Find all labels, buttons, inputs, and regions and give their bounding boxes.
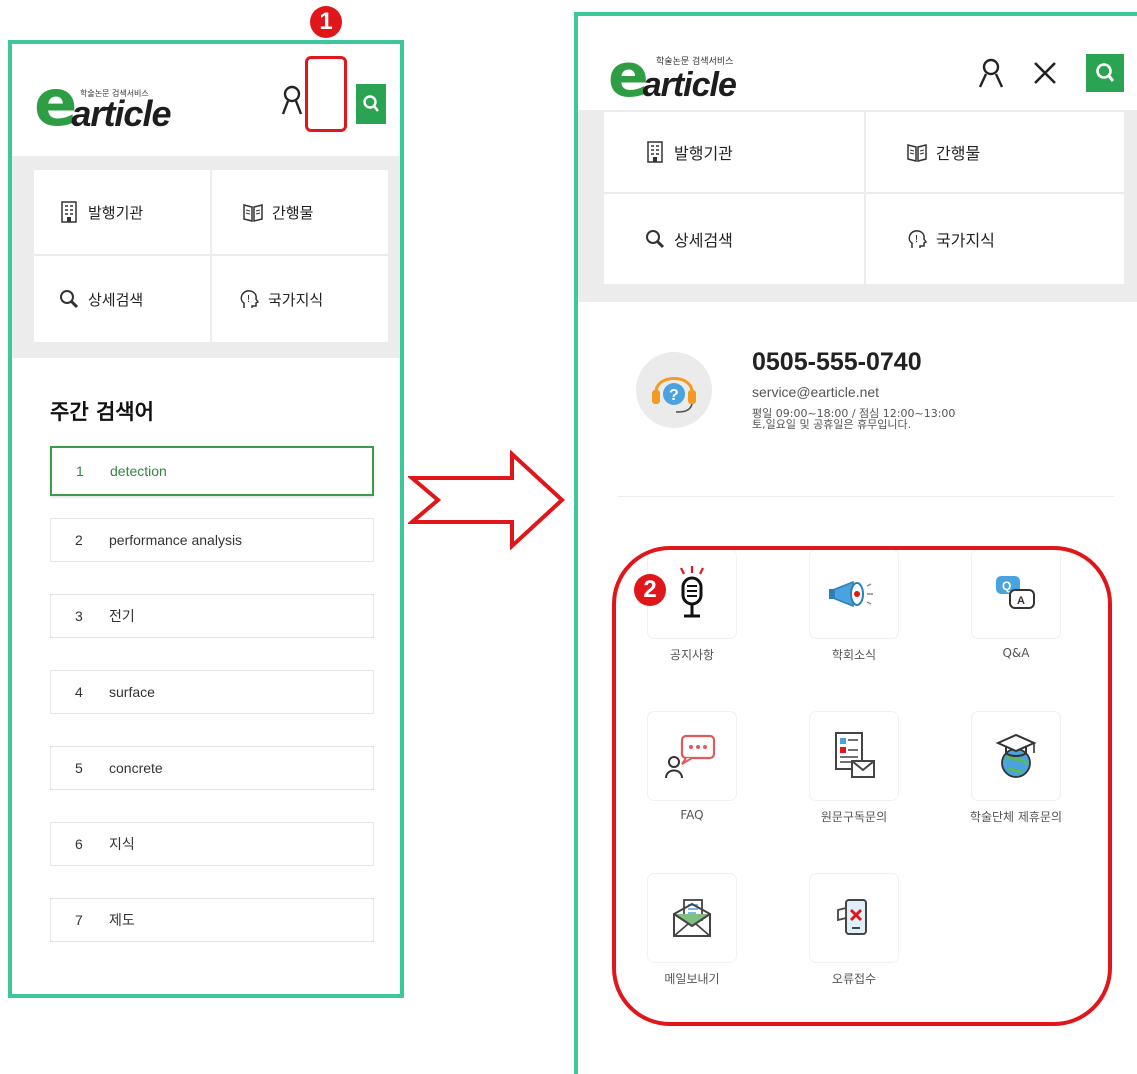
quick-journal[interactable]: 간행물: [866, 112, 1124, 192]
quick-advanced-search[interactable]: 상세검색: [604, 194, 864, 284]
section-divider: [618, 496, 1114, 497]
quick-journal-label: 간행물: [936, 144, 981, 163]
keyword-item[interactable]: 4 surface: [50, 670, 374, 714]
quick-publisher-label: 발행기관: [674, 144, 733, 163]
search-icon: [363, 95, 380, 112]
svg-text:!: !: [247, 294, 251, 305]
annotation-2-highlight: [612, 546, 1112, 1026]
support-hours: 평일 09:00~18:00 / 점심 12:00~13:00 토,일요일 및 …: [752, 408, 955, 430]
magnifier-icon: [644, 228, 666, 250]
quick-advanced-search-label: 상세검색: [674, 231, 733, 250]
quick-advanced-search-label: 상세검색: [88, 290, 144, 309]
earticle-logo[interactable]: 학술논문 검색서비스 e article: [608, 46, 737, 106]
quick-journal-label: 간행물: [272, 203, 314, 222]
quick-publisher-label: 발행기관: [88, 203, 144, 222]
weekly-keywords-title: 주간 검색어: [50, 400, 154, 424]
headset-help-icon: ?: [636, 352, 712, 428]
support-phone-number[interactable]: 0505-555-0740: [752, 348, 922, 377]
search-button[interactable]: [356, 84, 386, 124]
quick-national-knowledge-label: 국가지식: [936, 231, 995, 250]
annotation-1-highlight: [305, 56, 347, 132]
search-button[interactable]: [1086, 54, 1124, 92]
left-phone-screen: 학술논문 검색서비스 e article 발행기관 간행물 상세검색 ! 국가지…: [8, 40, 404, 998]
head-knowledge-icon: !: [906, 228, 928, 250]
user-icon[interactable]: [280, 84, 304, 116]
keyword-item[interactable]: 5 concrete: [50, 746, 374, 790]
user-icon[interactable]: [974, 56, 1008, 90]
building-icon: [644, 141, 666, 163]
book-icon: [906, 141, 928, 163]
book-icon: [242, 201, 264, 223]
building-icon: [58, 201, 80, 223]
logo-tagline: 학술논문 검색서비스: [80, 89, 149, 98]
search-icon: [1096, 63, 1115, 82]
annotation-2-badge: 2: [634, 574, 666, 606]
keyword-item[interactable]: 7 제도: [50, 898, 374, 942]
quick-menu: 발행기관 간행물 상세검색 ! 국가지식: [578, 110, 1137, 302]
support-hours-holiday: 토,일요일 및 공휴일은 휴무입니다.: [752, 418, 912, 431]
annotation-1-badge: 1: [310, 6, 342, 38]
quick-publisher[interactable]: 발행기관: [34, 170, 210, 254]
transition-arrow: [408, 450, 565, 550]
close-icon[interactable]: [1030, 58, 1060, 88]
head-knowledge-icon: !: [238, 288, 260, 310]
quick-national-knowledge-label: 국가지식: [268, 290, 324, 309]
right-header: 학술논문 검색서비스 e article: [578, 16, 1137, 110]
quick-national-knowledge[interactable]: ! 국가지식: [866, 194, 1124, 284]
logo-word: article: [71, 93, 171, 134]
quick-advanced-search[interactable]: 상세검색: [34, 256, 210, 342]
quick-menu: 발행기관 간행물 상세검색 ! 국가지식: [12, 156, 400, 358]
earticle-logo[interactable]: 학술논문 검색서비스 e article: [34, 72, 171, 136]
keyword-item[interactable]: 6 지식: [50, 822, 374, 866]
keyword-item[interactable]: 2 performance analysis: [50, 518, 374, 562]
support-email[interactable]: service@earticle.net: [752, 384, 879, 400]
logo-tagline: 학술논문 검색서비스: [656, 57, 734, 67]
quick-journal[interactable]: 간행물: [212, 170, 388, 254]
weekly-keyword-list: 1 detection 2 performance analysis 3 전기 4 su…: [50, 446, 374, 942]
logo-word: article: [642, 66, 737, 104]
keyword-item[interactable]: 3 전기: [50, 594, 374, 638]
magnifier-icon: [58, 288, 80, 310]
customer-service-contact: ? 0505-555-0740 service@earticle.net 평일 …: [636, 340, 1136, 450]
svg-text:?: ?: [669, 387, 679, 404]
keyword-item[interactable]: 1 detection: [50, 446, 374, 496]
svg-text:!: !: [915, 234, 919, 245]
quick-national-knowledge[interactable]: ! 국가지식: [212, 256, 388, 342]
quick-publisher[interactable]: 발행기관: [604, 112, 864, 192]
